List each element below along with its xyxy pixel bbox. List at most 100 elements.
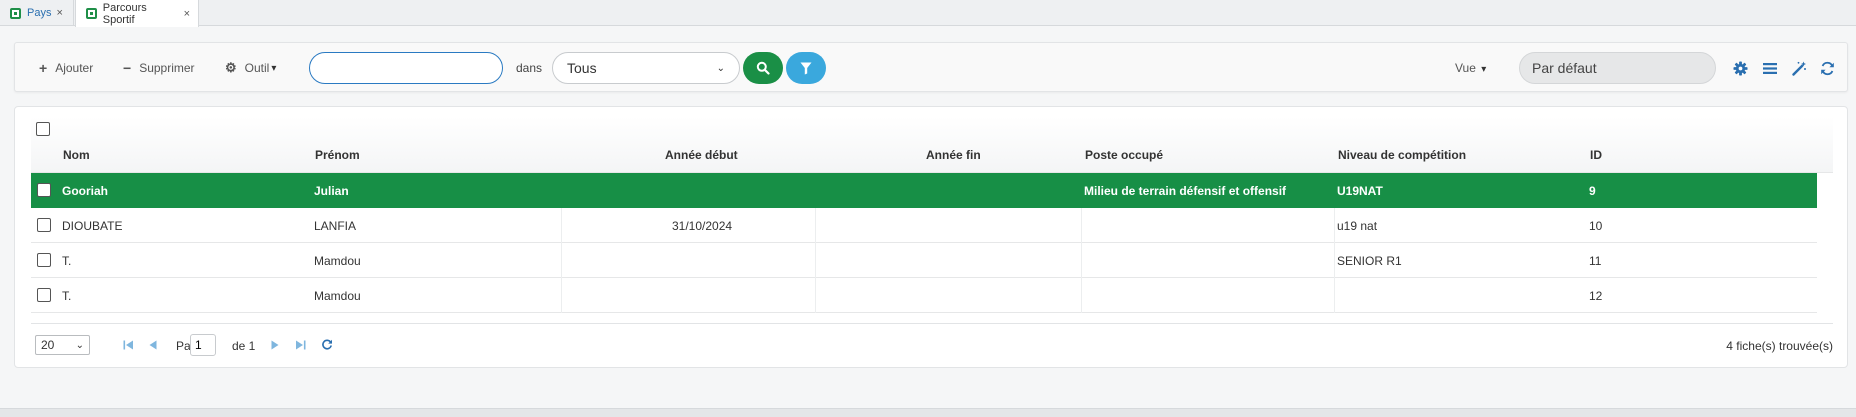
delete-button[interactable]: − Supprimer (123, 43, 195, 93)
list-icon (1763, 62, 1777, 74)
first-page-button[interactable] (121, 338, 135, 352)
cell-niveau-competition: SENIOR R1 (1337, 254, 1402, 268)
toolbar: + Ajouter − Supprimer ⚙ Outil ▾ dans Tou… (14, 42, 1848, 92)
data-grid: Nom Prénom Année début Année fin Poste o… (14, 106, 1848, 368)
cell-prenom: Mamdou (314, 254, 361, 268)
column-divider (1081, 278, 1082, 313)
search-icon (756, 61, 770, 75)
column-header-prenom[interactable]: Prénom (315, 148, 360, 162)
tab-label: Pays (27, 7, 52, 19)
page-total-label: de 1 (232, 339, 256, 353)
pager-divider (31, 323, 1833, 324)
refresh-icon (1820, 61, 1834, 75)
row-checkbox[interactable] (37, 218, 51, 232)
filter-button[interactable] (786, 52, 826, 84)
wizard-button[interactable] (1790, 59, 1808, 77)
row-checkbox[interactable] (37, 253, 51, 267)
column-header-annee-fin[interactable]: Année fin (926, 148, 981, 162)
column-header-id[interactable]: ID (1590, 148, 1602, 162)
cell-id: 9 (1589, 184, 1596, 198)
reload-button[interactable] (320, 338, 334, 352)
gear-icon: ⚙ (225, 60, 237, 75)
search-scope-value: Tous (567, 60, 597, 76)
table-row[interactable]: T. Mamdou 12 (31, 278, 1817, 313)
table-row[interactable]: T. Mamdou SENIOR R1 11 (31, 243, 1817, 278)
page-size-select[interactable]: 20 ⌄ (35, 335, 90, 355)
close-icon[interactable]: × (184, 8, 190, 20)
view-select[interactable]: Par défaut (1519, 52, 1716, 84)
column-divider (815, 243, 816, 278)
cell-niveau-competition: u19 nat (1337, 219, 1378, 233)
column-divider (815, 208, 816, 243)
column-divider (815, 278, 816, 313)
delete-label: Supprimer (139, 61, 195, 75)
refresh-icon (322, 339, 332, 350)
search-button[interactable] (743, 52, 783, 84)
page-size-value: 20 (41, 338, 55, 352)
gear-icon (1732, 60, 1748, 76)
cell-niveau-competition: U19NAT (1337, 184, 1383, 198)
tab-parcours-sportif[interactable]: Parcours Sportif × (75, 0, 199, 27)
column-divider (1081, 208, 1082, 243)
refresh-button[interactable] (1818, 59, 1836, 77)
column-header-annee-debut[interactable]: Année début (665, 148, 738, 162)
grid-header: Nom Prénom Année début Année fin Poste o… (31, 117, 1833, 173)
previous-page-icon (149, 340, 157, 350)
cell-prenom: LANFIA (314, 219, 357, 233)
view-selected-value: Par défaut (1532, 60, 1597, 76)
table-row[interactable]: DIOUBATE LANFIA 31/10/2024 u19 nat 10 (31, 208, 1817, 243)
view-menu-button[interactable]: Vue ▾ (1455, 61, 1486, 75)
cell-id: 11 (1589, 254, 1602, 268)
filter-icon (800, 62, 812, 74)
tab-pays[interactable]: Pays × (0, 0, 74, 26)
form-icon (86, 8, 97, 19)
columns-button[interactable] (1761, 59, 1779, 77)
table-row[interactable]: Gooriah Julian Milieu de terrain défensi… (31, 173, 1817, 208)
column-divider (561, 243, 562, 278)
previous-page-button[interactable] (146, 338, 160, 352)
cell-nom: Gooriah (62, 184, 109, 198)
tools-label: Outil (244, 61, 270, 75)
column-header-niveau-competition[interactable]: Niveau de compétition (1338, 148, 1466, 162)
cell-prenom: Julian (314, 184, 349, 198)
first-page-icon (123, 340, 133, 350)
last-page-button[interactable] (293, 338, 307, 352)
column-divider (1081, 243, 1082, 278)
tab-bar: Pays × Parcours Sportif × (0, 0, 1856, 27)
caret-down-icon: ▾ (271, 62, 277, 74)
minus-icon: − (123, 60, 132, 76)
settings-button[interactable] (1731, 59, 1749, 77)
search-scope-select[interactable]: Tous ⌄ (552, 52, 740, 84)
chevron-down-icon: ⌄ (716, 62, 725, 74)
record-count: 4 fiche(s) trouvée(s) (1726, 339, 1833, 353)
footer-bar (0, 408, 1856, 417)
pager: 20 ⌄ Page de 1 (31, 331, 1833, 359)
add-button[interactable]: + Ajouter (39, 43, 93, 93)
cell-prenom: Mamdou (314, 289, 361, 303)
column-divider (1334, 278, 1335, 313)
cell-nom: DIOUBATE (62, 219, 123, 233)
column-divider (561, 278, 562, 313)
magic-wand-icon (1791, 61, 1806, 76)
caret-down-icon: ▾ (1481, 64, 1487, 75)
select-all-checkbox[interactable] (36, 122, 50, 136)
next-page-icon (271, 340, 279, 350)
column-header-nom[interactable]: Nom (63, 148, 90, 162)
column-divider (1334, 243, 1335, 278)
cell-id: 12 (1589, 289, 1603, 303)
column-header-poste-occupe[interactable]: Poste occupé (1085, 148, 1163, 162)
next-page-button[interactable] (268, 338, 282, 352)
page-number-input[interactable] (190, 334, 216, 356)
column-divider (561, 208, 562, 243)
cell-annee-debut: 31/10/2024 (672, 219, 733, 233)
chevron-down-icon: ⌄ (75, 339, 84, 351)
row-checkbox[interactable] (37, 288, 51, 302)
tab-label: Parcours Sportif (102, 1, 147, 26)
search-scope-label: dans (516, 61, 543, 75)
plus-icon: + (39, 60, 48, 76)
cell-poste-occupe: Milieu de terrain défensif et offensif (1084, 184, 1287, 198)
search-input[interactable] (309, 52, 503, 84)
close-icon[interactable]: × (56, 7, 62, 19)
row-checkbox[interactable] (37, 183, 51, 197)
tools-menu-button[interactable]: ⚙ Outil ▾ (225, 43, 276, 93)
